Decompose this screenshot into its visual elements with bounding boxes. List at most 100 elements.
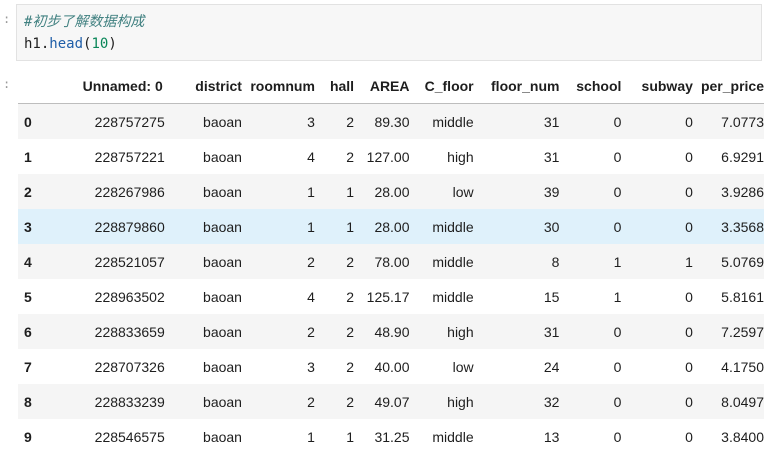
notebook: : #初步了解数据构成 h1.head(10) : Unnamed: 0 dis… [0, 0, 764, 460]
row-index: 7 [24, 358, 32, 375]
table-cell: 0 [685, 218, 693, 235]
table-cell: low [452, 183, 474, 200]
table-row: 4 228521057 baoan 2 2 78.00 middle 8 1 1 5.0769 [18, 244, 764, 279]
table-cell: 2 [307, 393, 315, 410]
table-cell: 228521057 [94, 253, 165, 270]
code-method: head [49, 36, 84, 52]
table-cell: 31 [543, 323, 560, 340]
row-index: 8 [24, 393, 32, 410]
table-cell: middle [432, 428, 474, 445]
table-cell: 31 [543, 148, 560, 165]
column-header: subway [621, 68, 693, 104]
table-cell: 8.0497 [721, 393, 764, 410]
table-row: 5 228963502 baoan 4 2 125.17 middle 15 1 0 5.8161 [18, 279, 764, 314]
table-cell: high [447, 393, 474, 410]
table-cell: 5.0769 [721, 253, 764, 270]
table-header-row: Unnamed: 0 district roomnum hall AREA C_… [18, 68, 764, 104]
table-cell: middle [432, 218, 474, 235]
table-cell: baoan [203, 148, 242, 165]
table-cell: 3 [307, 358, 315, 375]
table-row: 9 228546575 baoan 1 1 31.25 middle 13 0 0 3.8400 [18, 419, 764, 454]
table-cell: middle [432, 253, 474, 270]
table-cell: 6.9291 [721, 148, 764, 165]
table-cell: 125.17 [366, 288, 410, 305]
table-cell: 2 [346, 393, 355, 410]
table-row: 2 228267986 baoan 1 1 28.00 low 39 0 0 3.9286 [18, 174, 764, 209]
row-index: 4 [24, 253, 32, 270]
table-cell: 0 [685, 428, 693, 445]
table-cell: 3.8400 [721, 428, 764, 445]
table-cell: 0 [613, 323, 622, 340]
table-cell: baoan [203, 428, 242, 445]
table-cell: 0 [613, 358, 622, 375]
row-index: 6 [24, 323, 32, 340]
table-cell: 28.00 [374, 183, 410, 200]
table-cell: 228546575 [94, 428, 165, 445]
code-close-paren: ) [108, 36, 117, 52]
input-prompt: : [3, 12, 11, 26]
table-cell: 2 [307, 323, 315, 340]
table-row: 8 228833239 baoan 2 2 49.07 high 32 0 0 8.0497 [18, 384, 764, 419]
table-cell: 39 [543, 183, 560, 200]
table-row: 1 228757221 baoan 4 2 127.00 high 31 0 0 6.9291 [18, 139, 764, 174]
table-cell: 2 [307, 253, 315, 270]
table-body: 0 228757275 baoan 3 2 89.30 middle 31 0 0 7.0773 1 2… [18, 103, 764, 455]
column-header: district [164, 68, 242, 104]
table-cell: baoan [203, 358, 242, 375]
table-cell: 1 [346, 428, 355, 445]
table-cell: 4.1750 [721, 358, 764, 375]
table-cell: 0 [613, 113, 622, 130]
table-cell: 2 [346, 358, 355, 375]
table-cell: 0 [613, 428, 622, 445]
table-row: 6 228833659 baoan 2 2 48.90 high 31 0 0 7.2597 [18, 314, 764, 349]
table-cell: 127.00 [366, 148, 410, 165]
table-cell: 228267986 [94, 183, 165, 200]
table-cell: 13 [543, 428, 560, 445]
table-cell: 48.90 [374, 323, 410, 340]
table-cell: 24 [543, 358, 560, 375]
column-header: floor_num [473, 68, 560, 104]
table-cell: baoan [203, 218, 242, 235]
column-header: C_floor [409, 68, 474, 104]
table-cell: 228833239 [94, 393, 165, 410]
table-cell: 7.2597 [721, 323, 764, 340]
table-cell: 7.0773 [721, 113, 764, 130]
table-cell: 1 [307, 428, 315, 445]
table-cell: 4 [307, 148, 315, 165]
table-cell: baoan [203, 183, 242, 200]
table-cell: 0 [685, 148, 693, 165]
row-index: 3 [24, 218, 32, 235]
row-index: 5 [24, 288, 32, 305]
row-index: 2 [24, 183, 32, 200]
column-header: roomnum [241, 68, 315, 104]
table-cell: 2 [346, 253, 355, 270]
table-cell: 5.8161 [721, 288, 764, 305]
index-header [18, 68, 50, 104]
table-cell: 15 [543, 288, 560, 305]
table-cell: baoan [203, 288, 242, 305]
table-cell: 0 [685, 393, 693, 410]
code-cell-editor[interactable]: #初步了解数据构成 h1.head(10) [16, 4, 762, 61]
code-statement-line: h1.head(10) [24, 35, 117, 53]
table-cell: 0 [685, 323, 693, 340]
table-cell: 40.00 [374, 358, 410, 375]
table-cell: 31.25 [374, 428, 410, 445]
output-prompt: : [3, 77, 11, 91]
table-cell: 3.3568 [721, 218, 764, 235]
table-cell: 2 [346, 113, 355, 130]
table-cell: 30 [543, 218, 560, 235]
table-cell: 28.00 [374, 218, 410, 235]
table-cell: 1 [685, 253, 693, 270]
column-header: school [559, 68, 622, 104]
row-index: 9 [24, 428, 32, 445]
table-cell: low [452, 358, 474, 375]
table-cell: 2 [346, 148, 355, 165]
column-header: hall [314, 68, 355, 104]
table-cell: 49.07 [374, 393, 410, 410]
table-cell: 0 [613, 393, 622, 410]
table-cell: high [447, 323, 474, 340]
table-row: 7 228707326 baoan 3 2 40.00 low 24 0 0 4.1750 [18, 349, 764, 384]
table-cell: baoan [203, 253, 242, 270]
column-header: Unnamed: 0 [49, 68, 165, 104]
table-cell: 1 [613, 288, 622, 305]
